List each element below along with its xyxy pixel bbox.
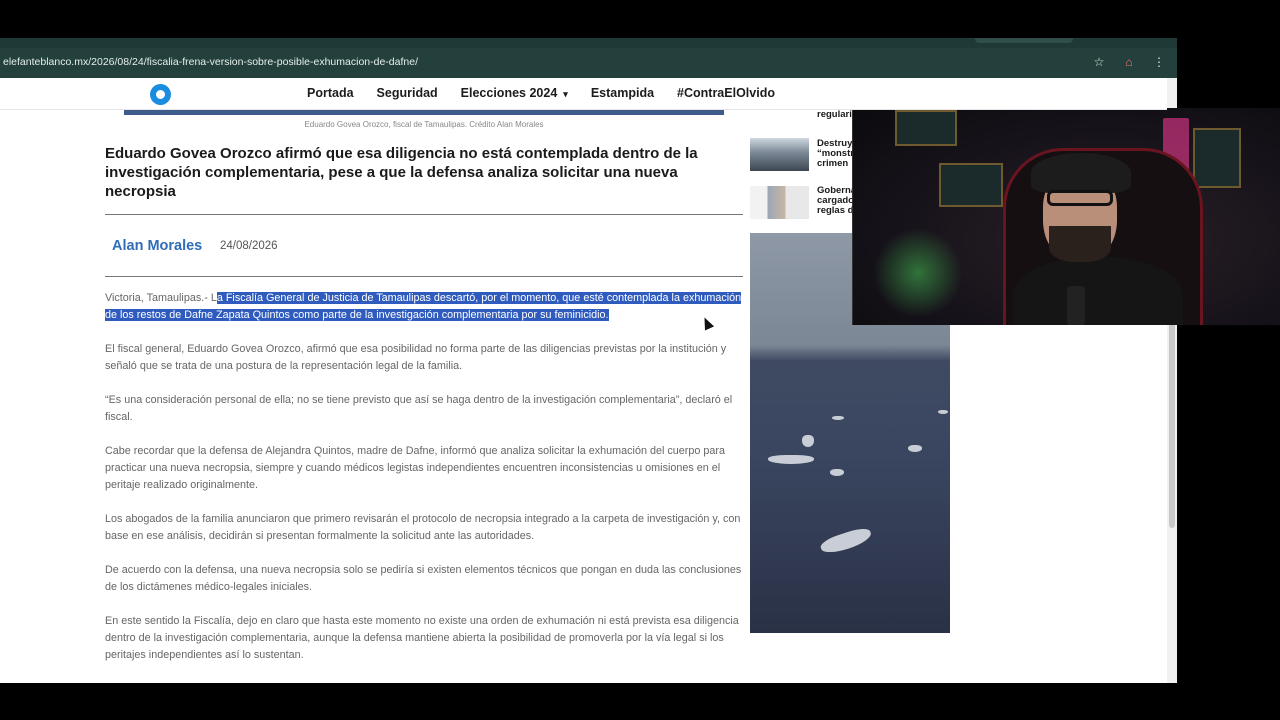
image-caption: Eduardo Govea Orozco, fiscal de Tamaulip… (304, 120, 544, 129)
boat-shape (802, 435, 814, 447)
url-text[interactable]: elefanteblanco.mx/2026/08/24/fiscalia-fr… (3, 56, 418, 68)
divider (105, 214, 743, 215)
hero-image (124, 110, 724, 115)
nav-item-contraelolvido[interactable]: #ContraElOlvido (677, 86, 775, 100)
publish-date: 24/08/2026 (220, 240, 278, 252)
sidebar-headline-line: crimen (817, 158, 849, 169)
home-icon[interactable]: ⌂ (1121, 54, 1137, 70)
star-icon[interactable]: ☆ (1091, 54, 1107, 70)
green-light (873, 228, 963, 318)
wall-frame (939, 163, 1003, 207)
article-paragraph: “Es una consideración personal de ella; … (105, 394, 733, 423)
browser-tab[interactable] (975, 38, 1073, 43)
window-top-area (0, 0, 1280, 38)
article-paragraph: De acuerdo con la defensa, una nueva nec… (105, 564, 742, 593)
wall-frame (895, 110, 957, 146)
sidebar-thumbnail[interactable] (750, 138, 809, 171)
microphone-icon (1067, 286, 1085, 325)
boat-shape (830, 469, 844, 476)
article-lead[interactable]: Victoria, Tamaulipas.- La Fiscalía Gener… (105, 290, 745, 324)
menu-icon[interactable]: ⋮ (1151, 54, 1167, 70)
nav-item-seguridad[interactable]: Seguridad (377, 86, 438, 100)
boat-shape (908, 445, 922, 452)
boat-shape (832, 416, 844, 420)
sidebar-headline[interactable]: Goberna cargado reglas d (817, 186, 857, 216)
address-bar[interactable]: elefanteblanco.mx/2026/08/24/fiscalia-fr… (0, 48, 1177, 78)
boat-shape (938, 410, 948, 414)
author-link[interactable]: Alan Morales (112, 238, 202, 254)
nav-item-elecciones-label: Elecciones 2024 (460, 86, 558, 100)
sidebar-thumbnail[interactable] (750, 186, 809, 219)
sidebar-headline-line: regulari (817, 110, 852, 120)
chevron-down-icon: ▾ (563, 89, 568, 99)
sidebar-headline-line: reglas d (817, 205, 854, 216)
boat-shape (768, 455, 814, 464)
nav-menu: Portada Seguridad Elecciones 2024 ▾ Estam… (307, 86, 775, 100)
lead-prefix: Victoria, Tamaulipas.- L (105, 292, 217, 304)
boat-shape (818, 525, 874, 557)
article-paragraph: El fiscal general, Eduardo Govea Orozco,… (105, 343, 727, 372)
address-bar-icons: ☆ ⌂ ⋮ (1091, 54, 1167, 70)
scrollbar-thumb[interactable] (1169, 323, 1175, 528)
sidebar-headline[interactable]: Destruy “monstr crimen (817, 139, 857, 169)
webcam-overlay (852, 108, 1280, 325)
article-paragraph: En este sentido la Fiscalía, dejo en cla… (105, 615, 739, 661)
nav-item-elecciones[interactable]: Elecciones 2024 ▾ (461, 86, 568, 100)
sidebar-headline[interactable]: regulari (817, 110, 857, 120)
nav-item-portada[interactable]: Portada (307, 86, 354, 100)
nav-item-estampida[interactable]: Estampida (591, 86, 654, 100)
bandana (1031, 153, 1131, 193)
site-nav: Portada Seguridad Elecciones 2024 ▾ Estam… (0, 78, 1167, 110)
article-headline: Eduardo Govea Orozco afirmó que esa dili… (105, 145, 698, 200)
wall-frame (1193, 128, 1241, 188)
glasses (1047, 190, 1113, 206)
article-paragraph: Cabe recordar que la defensa de Alejandr… (105, 445, 725, 491)
beard (1049, 226, 1111, 262)
divider (105, 276, 743, 277)
article-paragraph: Los abogados de la familia anunciaron qu… (105, 513, 741, 542)
screen-bottom (0, 683, 1280, 720)
site-logo[interactable] (150, 84, 171, 105)
